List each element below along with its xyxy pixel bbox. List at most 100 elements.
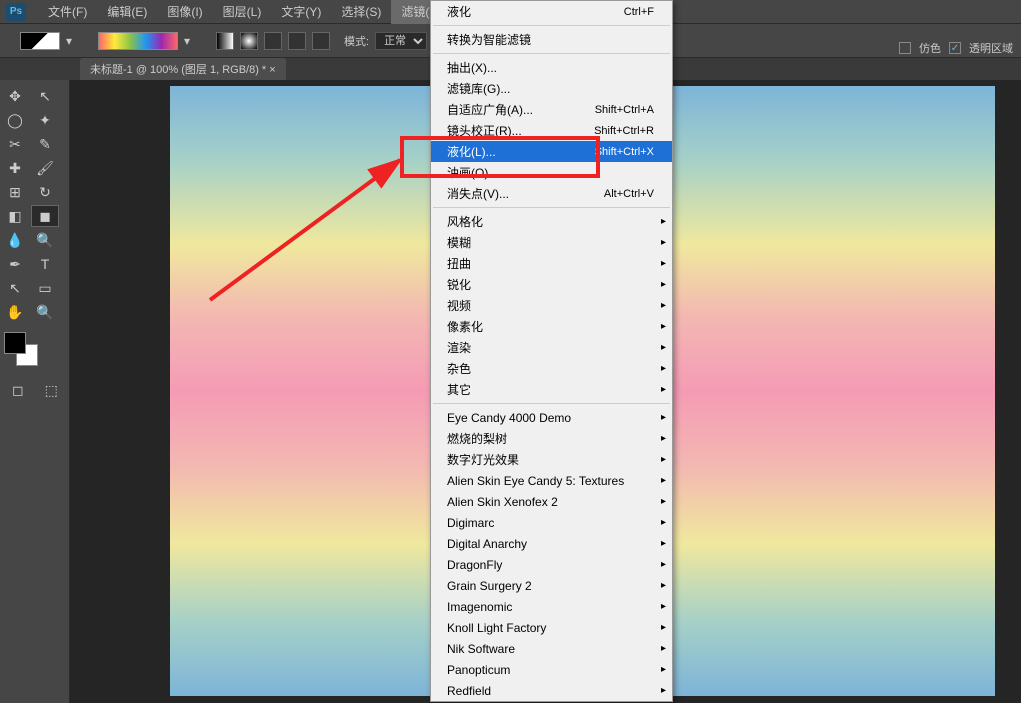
dropdown-arrow-icon[interactable]: ▾	[184, 34, 194, 48]
menu-separator	[433, 53, 670, 54]
wand-tool[interactable]: ✦	[31, 109, 59, 131]
menu-编辑(E)[interactable]: 编辑(E)	[97, 0, 157, 24]
menu-图层(L)[interactable]: 图层(L)	[213, 0, 272, 24]
menu-item[interactable]: 液化 Ctrl+F	[431, 1, 672, 22]
foreground-swatch[interactable]	[20, 32, 60, 50]
menu-item[interactable]: 消失点(V)... Alt+Ctrl+V	[431, 183, 672, 204]
menu-item[interactable]: Nik Software	[431, 638, 672, 659]
menu-item-label: Panopticum	[447, 663, 510, 677]
filter-menu-dropdown: 液化Ctrl+F转换为智能滤镜抽出(X)...滤镜库(G)...自适应广角(A)…	[430, 0, 673, 702]
menu-图像(I)[interactable]: 图像(I)	[157, 0, 212, 24]
menu-item[interactable]: Alien Skin Eye Candy 5: Textures	[431, 470, 672, 491]
menu-separator	[433, 403, 670, 404]
mode-select[interactable]: 正常	[375, 32, 427, 50]
menu-shortcut: Shift+Ctrl+A	[595, 104, 654, 116]
menu-item-label: 扭曲	[447, 255, 471, 272]
eraser-tool[interactable]: ◧	[1, 205, 29, 227]
menu-item[interactable]: 其它	[431, 379, 672, 400]
menu-item[interactable]: Panopticum	[431, 659, 672, 680]
type-tool[interactable]: T	[31, 253, 59, 275]
document-tab[interactable]: 未标题-1 @ 100% (图层 1, RGB/8) * ×	[80, 58, 286, 80]
menu-item-label: Redfield	[447, 684, 491, 698]
menu-shortcut: Shift+Ctrl+R	[594, 125, 654, 137]
gradient-angle-button[interactable]	[264, 32, 282, 50]
menu-item-label: 转换为智能滤镜	[447, 31, 531, 48]
menu-item-label: 消失点(V)...	[447, 185, 509, 202]
gradient-tool[interactable]: ◼	[31, 205, 59, 227]
arrow-tool[interactable]: ↖	[31, 85, 59, 107]
dither-checkbox[interactable]	[899, 42, 911, 54]
menu-item-label: DragonFly	[447, 558, 502, 572]
menu-item[interactable]: Digital Anarchy	[431, 533, 672, 554]
menu-item[interactable]: 抽出(X)...	[431, 57, 672, 78]
menu-文字(Y)[interactable]: 文字(Y)	[271, 0, 331, 24]
pen-tool[interactable]: ✒	[1, 253, 29, 275]
menu-item[interactable]: Grain Surgery 2	[431, 575, 672, 596]
menu-item[interactable]: Eye Candy 4000 Demo	[431, 407, 672, 428]
dodge-tool[interactable]: 🔍	[31, 229, 59, 251]
menu-item[interactable]: 杂色	[431, 358, 672, 379]
hand-tool[interactable]: ✋	[1, 301, 29, 323]
heal-tool[interactable]: ✚	[1, 157, 29, 179]
menu-item[interactable]: 扭曲	[431, 253, 672, 274]
menu-item-label: Nik Software	[447, 642, 515, 656]
menu-shortcut: Ctrl+F	[624, 6, 654, 18]
menu-item[interactable]: 镜头校正(R)...Shift+Ctrl+R	[431, 120, 672, 141]
menu-item[interactable]: 自适应广角(A)... Shift+Ctrl+A	[431, 99, 672, 120]
menu-item-label: 渲染	[447, 339, 471, 356]
gradient-radial-button[interactable]	[240, 32, 258, 50]
menu-item-label: 其它	[447, 381, 471, 398]
dropdown-arrow-icon[interactable]: ▾	[66, 34, 76, 48]
menu-item[interactable]: 像素化	[431, 316, 672, 337]
menu-item[interactable]: DragonFly	[431, 554, 672, 575]
menu-item[interactable]: 燃烧的梨树	[431, 428, 672, 449]
menu-item[interactable]: Alien Skin Xenofex 2	[431, 491, 672, 512]
menu-item-label: Grain Surgery 2	[447, 579, 532, 593]
menu-item[interactable]: Digimarc	[431, 512, 672, 533]
brush-tool[interactable]: 🖌	[31, 157, 59, 179]
history-brush-tool[interactable]: ↻	[31, 181, 59, 203]
menu-文件(F)[interactable]: 文件(F)	[38, 0, 97, 24]
menu-item[interactable]: 渲染	[431, 337, 672, 358]
path-tool[interactable]: ↖	[1, 277, 29, 299]
menu-item-label: 数字灯光效果	[447, 451, 519, 468]
menu-item[interactable]: 锐化	[431, 274, 672, 295]
menu-item[interactable]: 模糊	[431, 232, 672, 253]
zoom-tool[interactable]: 🔍	[31, 301, 59, 323]
menu-item-label: Alien Skin Eye Candy 5: Textures	[447, 474, 624, 488]
quickmask-button[interactable]: ◻	[5, 379, 31, 401]
gradient-diamond-button[interactable]	[312, 32, 330, 50]
transparency-checkbox[interactable]	[949, 42, 961, 54]
menu-item-label: 液化	[447, 3, 471, 20]
menu-item[interactable]: Redfield	[431, 680, 672, 701]
lasso-tool[interactable]: ◯	[1, 109, 29, 131]
move-tool[interactable]: ✥	[1, 85, 29, 107]
blur-tool[interactable]: 💧	[1, 229, 29, 251]
menu-item[interactable]: 滤镜库(G)...	[431, 78, 672, 99]
shape-tool[interactable]: ▭	[31, 277, 59, 299]
menu-item-label: 自适应广角(A)...	[447, 101, 533, 118]
menu-选择(S)[interactable]: 选择(S)	[331, 0, 391, 24]
menu-item[interactable]: 液化(L)...Shift+Ctrl+X	[431, 141, 672, 162]
menu-item[interactable]: Imagenomic	[431, 596, 672, 617]
color-indicator[interactable]	[4, 332, 44, 366]
menu-item[interactable]: 视频	[431, 295, 672, 316]
stamp-tool[interactable]: ⊞	[1, 181, 29, 203]
menu-separator	[433, 25, 670, 26]
menu-item-label: 抽出(X)...	[447, 59, 497, 76]
menu-item-label: 视频	[447, 297, 471, 314]
gradient-preview[interactable]	[98, 32, 178, 50]
gradient-linear-button[interactable]	[216, 32, 234, 50]
dither-label: 仿色	[919, 40, 941, 56]
gradient-reflected-button[interactable]	[288, 32, 306, 50]
menu-item[interactable]: 数字灯光效果	[431, 449, 672, 470]
menu-item[interactable]: 转换为智能滤镜	[431, 29, 672, 50]
menu-item[interactable]: 风格化	[431, 211, 672, 232]
screenmode-button[interactable]: ⬚	[39, 379, 65, 401]
menu-shortcut: Alt+Ctrl+V	[604, 188, 654, 200]
menu-item[interactable]: 油画(O)...	[431, 162, 672, 183]
menu-item-label: 油画(O)...	[447, 164, 498, 181]
menu-item[interactable]: Knoll Light Factory	[431, 617, 672, 638]
eyedropper-tool[interactable]: ✎	[31, 133, 59, 155]
crop-tool[interactable]: ✂	[1, 133, 29, 155]
